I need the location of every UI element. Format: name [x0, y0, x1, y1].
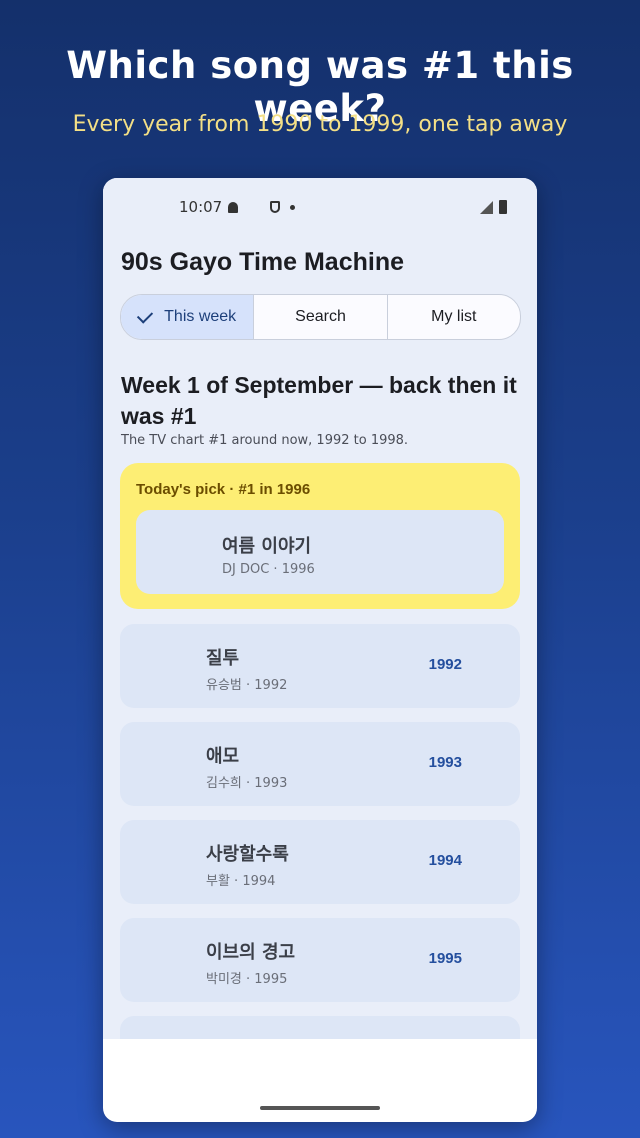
song-card[interactable]: 이브의 경고 박미경 · 1995 1995	[120, 918, 520, 1002]
song-year: 1995	[428, 950, 462, 967]
todays-pick-label: Today's pick · #1 in 1996	[136, 481, 311, 498]
section-subtitle: The TV chart #1 around now, 1992 to 1998…	[121, 433, 409, 448]
section-title: Week 1 of September — back then it was #…	[121, 372, 517, 429]
gesture-nav-bar[interactable]	[260, 1106, 380, 1110]
song-meta: 박미경 · 1995	[206, 972, 288, 987]
tab-this-week[interactable]: This week	[121, 295, 254, 339]
todays-pick-panel: Today's pick · #1 in 1996 여름 이야기 DJ DOC …	[120, 463, 520, 609]
status-time: 10:07	[179, 198, 223, 216]
dot-icon	[290, 204, 296, 210]
tab-label: My list	[431, 308, 477, 325]
phone-frame: 10:07 90s Gayo Time Machine This week Se…	[103, 178, 537, 1122]
shield-icon	[270, 201, 281, 213]
song-card[interactable]: 애모 김수희 · 1993 1993	[120, 722, 520, 806]
song-title: 사랑할수록	[206, 844, 289, 865]
song-card[interactable]: 사랑할수록 부활 · 1994 1994	[120, 820, 520, 904]
app-screen: 10:07 90s Gayo Time Machine This week Se…	[103, 178, 537, 1039]
tab-search[interactable]: Search	[253, 295, 386, 339]
song-meta: 김수희 · 1993	[206, 776, 288, 791]
tab-bar: This week Search My list	[120, 294, 521, 340]
grid-icon	[248, 202, 260, 212]
tab-label: This week	[164, 308, 237, 325]
battery-icon	[499, 200, 507, 214]
song-year: 1993	[428, 754, 462, 771]
promo-subline: Every year from 1990 to 1999, one tap aw…	[72, 112, 568, 137]
song-title: 질투	[206, 648, 240, 669]
signal-icon	[480, 200, 493, 214]
song-meta: 부활 · 1994	[206, 874, 276, 889]
song-meta: DJ DOC · 1996	[222, 562, 315, 577]
song-year: 1994	[428, 852, 462, 869]
song-card-partial[interactable]	[120, 1016, 520, 1039]
song-year: 1992	[428, 656, 462, 673]
bell-icon	[228, 201, 239, 213]
todays-pick-card[interactable]: 여름 이야기 DJ DOC · 1996	[136, 510, 504, 594]
tab-my-list[interactable]: My list	[386, 295, 520, 339]
song-title: 애모	[206, 746, 240, 767]
song-title: 여름 이야기	[222, 536, 312, 557]
status-bar: 10:07	[179, 196, 507, 218]
song-title: 이브의 경고	[206, 942, 296, 963]
tab-label: Search	[295, 308, 346, 325]
song-card[interactable]: 질투 유승범 · 1992 1992	[120, 624, 520, 708]
check-icon	[137, 306, 154, 324]
song-meta: 유승범 · 1992	[206, 678, 288, 693]
app-title: 90s Gayo Time Machine	[121, 248, 404, 276]
